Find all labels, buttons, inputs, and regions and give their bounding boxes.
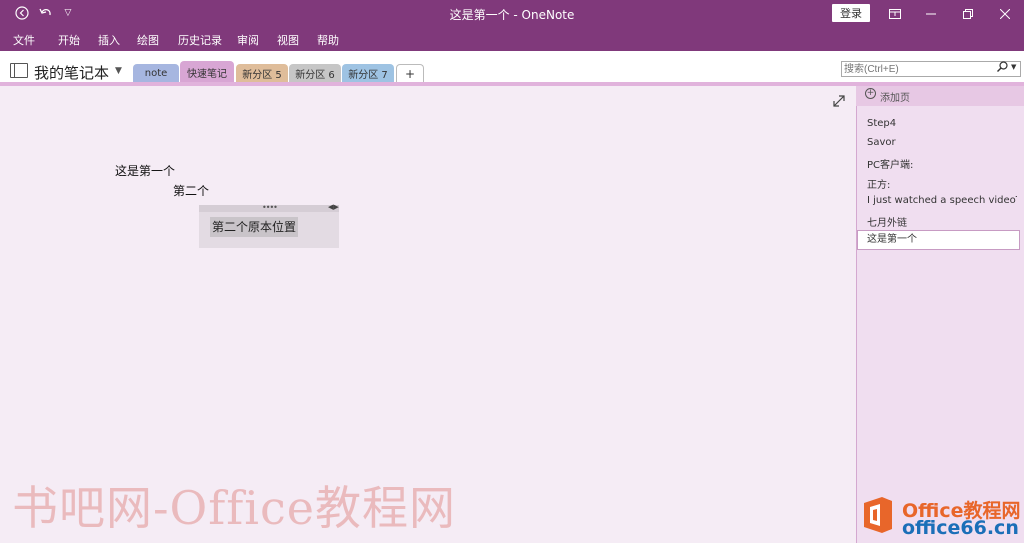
search-icon[interactable] <box>997 61 1008 75</box>
menu-draw[interactable]: 绘图 <box>137 32 159 48</box>
search-input[interactable] <box>841 61 1021 77</box>
plus-circle-icon[interactable]: + <box>865 88 876 99</box>
notebook-icon[interactable] <box>10 63 28 78</box>
pages-pane <box>856 86 1024 543</box>
login-button[interactable]: 登录 <box>832 4 870 22</box>
menu-history[interactable]: 历史记录 <box>178 32 222 48</box>
notebook-name[interactable]: 我的笔记本 <box>34 62 109 83</box>
add-section-button[interactable]: + <box>396 64 424 83</box>
watermark-logo-line2: office66.cn <box>902 517 1019 539</box>
menu-bar: 文件 开始 插入 绘图 历史记录 审阅 视图 帮助 <box>0 27 1024 51</box>
window-title: 这是第一个 - OneNote <box>449 8 575 22</box>
section-tab-6[interactable]: 新分区 6 <box>289 64 341 83</box>
page-item[interactable]: Step4 <box>867 118 1017 129</box>
note-text-line[interactable]: 这是第一个 <box>115 162 175 179</box>
chevron-down-icon[interactable]: ▼ <box>115 66 122 76</box>
menu-home[interactable]: 开始 <box>58 32 80 48</box>
page-item[interactable]: I just watched a speech videoTh <box>867 195 1017 206</box>
note-container-text[interactable]: 第二个原本位置 <box>210 217 299 237</box>
ribbon-display-icon[interactable] <box>877 0 913 27</box>
menu-view[interactable]: 视图 <box>277 32 299 48</box>
note-text-line[interactable]: 第二个 <box>173 182 209 199</box>
page-item[interactable]: Savor <box>867 137 1017 148</box>
resize-handle-icon[interactable]: ◀▶ <box>328 203 339 211</box>
page-item[interactable]: PC客户端: <box>867 156 1017 171</box>
menu-review[interactable]: 审阅 <box>237 32 259 48</box>
office-logo-icon <box>860 495 896 535</box>
section-tab-5[interactable]: 新分区 5 <box>236 64 288 83</box>
close-icon[interactable] <box>987 0 1023 27</box>
page-item[interactable]: 七月外链 <box>867 214 1017 229</box>
restore-icon[interactable] <box>950 0 986 27</box>
menu-insert[interactable]: 插入 <box>98 32 120 48</box>
page-item-selected[interactable]: 这是第一个 <box>857 230 1020 250</box>
menu-help[interactable]: 帮助 <box>317 32 339 48</box>
watermark-text: 书吧网-Office教程网 <box>12 481 457 535</box>
section-tab-7[interactable]: 新分区 7 <box>342 64 394 83</box>
section-tab-quick-notes[interactable]: 快速笔记 <box>180 61 234 83</box>
search-scope-chevron-icon[interactable]: ▼ <box>1011 63 1016 71</box>
expand-icon[interactable] <box>833 95 845 111</box>
menu-file[interactable]: 文件 <box>13 32 35 48</box>
add-page-label[interactable]: 添加页 <box>880 89 910 104</box>
page-item[interactable]: 正方: <box>867 176 1017 191</box>
minimize-icon[interactable] <box>913 0 949 27</box>
section-tab-note[interactable]: note <box>133 64 179 83</box>
title-bar: ▽ 这是第一个 - OneNote 登录 <box>0 0 1024 27</box>
drag-handle-icon[interactable]: •••• <box>262 203 278 212</box>
